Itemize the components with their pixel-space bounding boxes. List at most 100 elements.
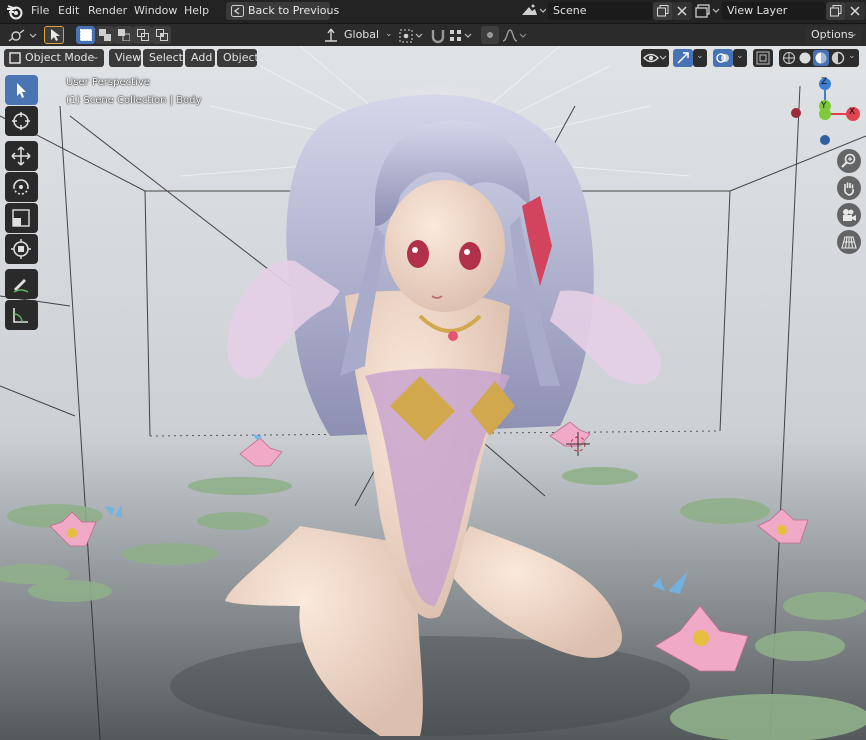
view-layer-name-text: View Layer — [727, 4, 788, 17]
menu-file[interactable]: File — [31, 4, 49, 17]
menu-select[interactable]: Select — [143, 49, 183, 67]
tool-scale[interactable] — [5, 203, 38, 233]
xray-toggle[interactable] — [753, 49, 773, 67]
3d-viewport[interactable]: Object Mode ⌄ View Select Add Object ⌄ ⌄ — [0, 46, 866, 740]
menu-add[interactable]: Add — [185, 49, 215, 67]
transform-orientation-dropdown[interactable]: Global ⌄ — [340, 26, 394, 44]
new-scene-button[interactable] — [653, 2, 673, 20]
chevron-down-icon: ⌄ — [92, 52, 100, 62]
proportional-falloff-dropdown[interactable] — [502, 26, 528, 44]
tool-transform[interactable] — [5, 234, 38, 264]
camera-view-button[interactable] — [837, 203, 861, 227]
overlays-icon — [716, 53, 729, 63]
chevron-down-icon[interactable]: ⌄ — [848, 51, 856, 61]
rendered-shading-icon[interactable] — [831, 51, 845, 65]
select-extend-icon — [99, 29, 111, 41]
blender-logo-icon[interactable] — [6, 3, 24, 20]
tool-move[interactable] — [5, 141, 38, 171]
duplicate-icon — [657, 5, 669, 17]
snap-toggle[interactable] — [429, 26, 447, 44]
collection-label: (1) Scene Collection | Body — [66, 95, 202, 106]
tool-measure[interactable] — [5, 300, 38, 330]
select-new-icon — [80, 29, 92, 41]
zoom-view-button[interactable] — [837, 149, 861, 173]
axis-x-handle[interactable]: X — [846, 107, 860, 121]
menu-add-label: Add — [191, 51, 213, 64]
eye-icon — [643, 53, 667, 63]
tool-rotate[interactable] — [5, 172, 38, 202]
shading-mode-group: ⌄ — [779, 49, 859, 67]
gizmo-dropdown[interactable]: ⌄ — [693, 49, 707, 67]
move-icon — [11, 146, 31, 166]
axis-z-handle[interactable]: Z — [819, 77, 831, 90]
proportional-editing-toggle[interactable] — [481, 26, 499, 44]
pivot-point-dropdown[interactable] — [398, 26, 426, 44]
mode-dropdown[interactable]: Object Mode ⌄ — [4, 49, 104, 67]
menu-object[interactable]: Object — [217, 49, 259, 67]
select-tool-button[interactable] — [44, 26, 64, 44]
delete-scene-button[interactable] — [672, 2, 692, 20]
menu-help[interactable]: Help — [184, 4, 209, 17]
delete-view-layer-button[interactable] — [845, 2, 865, 20]
select-subtract-icon — [118, 29, 130, 41]
select-mode-difference-button[interactable] — [133, 26, 152, 44]
snap-target-dropdown[interactable] — [448, 26, 476, 44]
select-mode-subtract-button[interactable] — [114, 26, 133, 44]
view-layer-browse-dropdown[interactable] — [695, 2, 721, 20]
tool-cursor[interactable] — [5, 106, 38, 136]
pan-view-button[interactable] — [837, 176, 861, 200]
tool-annotate[interactable] — [5, 269, 38, 299]
chevron-down-icon: ⌄ — [850, 29, 858, 39]
select-mode-extend-button[interactable] — [95, 26, 114, 44]
tool-select-box[interactable] — [5, 75, 38, 105]
tool-header: Global ⌄ Options ⌄ — [0, 24, 866, 46]
toggle-perspective-button[interactable] — [837, 230, 861, 254]
options-label: Options — [811, 28, 854, 41]
3d-cursor-icon — [12, 112, 30, 130]
scene-browse-dropdown[interactable] — [520, 2, 546, 20]
xray-icon — [756, 51, 770, 65]
menu-render[interactable]: Render — [88, 4, 127, 17]
select-mode-intersect-button[interactable] — [152, 26, 171, 44]
axis-z-label: Z — [821, 77, 828, 87]
cursor-arrow-icon — [17, 83, 26, 98]
overlays-dropdown[interactable]: ⌄ — [733, 49, 747, 67]
gizmo-toggle[interactable] — [673, 49, 693, 67]
editor-type-dropdown[interactable] — [6, 26, 40, 44]
render-layers-icon — [695, 4, 720, 18]
chevron-down-icon: ⌄ — [385, 29, 393, 39]
transform-icon — [11, 239, 31, 259]
scene-name-field[interactable]: Scene — [548, 2, 652, 20]
menu-view[interactable]: View — [109, 49, 141, 67]
menu-object-label: Object — [223, 51, 259, 64]
rendered-scene — [0, 46, 866, 740]
solid-shading-icon[interactable] — [798, 51, 812, 65]
grid-perspective-icon — [841, 236, 857, 249]
overlays-toggle[interactable] — [713, 49, 733, 67]
menu-window[interactable]: Window — [134, 4, 177, 17]
close-icon — [850, 6, 860, 16]
cursor-icon — [51, 29, 60, 41]
pivot-point-icon — [399, 29, 423, 43]
select-mode-new-button[interactable] — [76, 26, 95, 44]
new-view-layer-button[interactable] — [826, 2, 846, 20]
view-layer-name-field[interactable]: View Layer — [722, 2, 826, 20]
transform-orientation-label: Global — [344, 28, 380, 41]
falloff-curve-icon — [502, 29, 527, 42]
annotate-pencil-icon — [13, 279, 29, 293]
options-dropdown[interactable]: Options ⌄ — [806, 26, 862, 44]
visibility-dropdown[interactable] — [641, 49, 669, 67]
zoom-magnifier-icon — [841, 153, 856, 168]
proportional-edit-icon — [487, 32, 493, 38]
menu-view-label: View — [115, 51, 142, 64]
material-preview-icon[interactable] — [813, 50, 829, 66]
menu-edit[interactable]: Edit — [58, 4, 79, 17]
scene-icon — [522, 4, 546, 15]
back-to-previous-button[interactable]: Back to Previous — [226, 2, 339, 20]
object-mode-icon — [9, 52, 21, 64]
select-difference-icon — [137, 29, 149, 41]
axis-y-handle[interactable]: Y — [818, 101, 832, 114]
magnet-icon — [431, 30, 445, 44]
wireframe-shading-icon[interactable] — [782, 51, 796, 65]
scale-icon — [12, 209, 30, 227]
